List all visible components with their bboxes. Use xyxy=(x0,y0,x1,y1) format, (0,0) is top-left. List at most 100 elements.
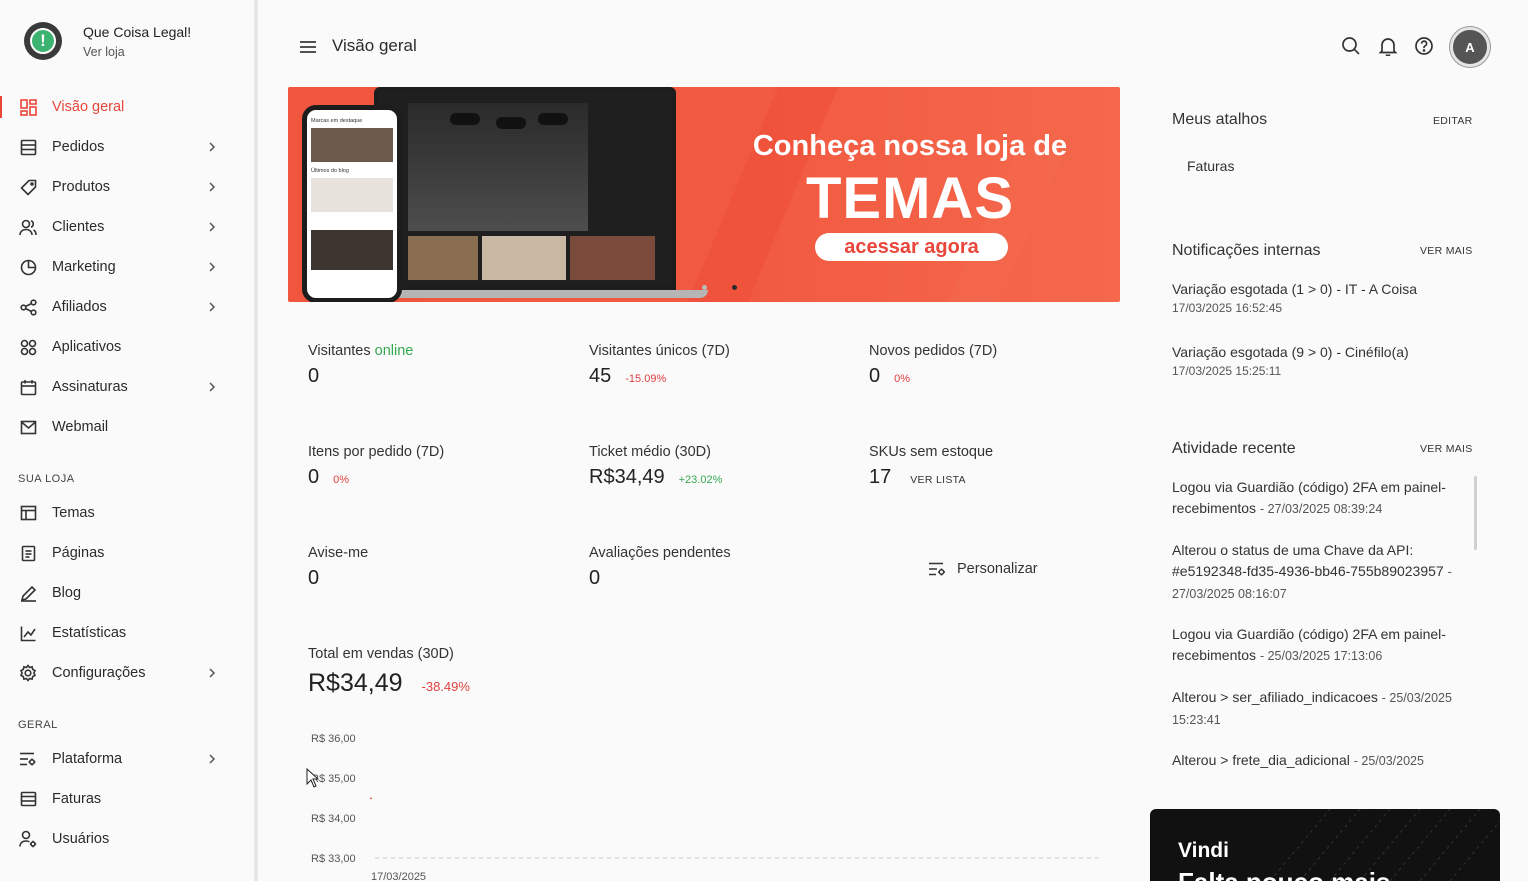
chevron-right-icon xyxy=(209,302,216,312)
pen-icon xyxy=(19,584,37,602)
sidebar-item-clientes[interactable]: Clientes xyxy=(0,207,255,247)
stat-pending-reviews: Avaliações pendentes 0 xyxy=(589,545,731,590)
sidebar-item-label: Faturas xyxy=(52,791,102,807)
sidebar-item-webmail[interactable]: Webmail xyxy=(0,407,255,447)
product-thumb xyxy=(570,236,655,280)
activity-scrollbar[interactable] xyxy=(1474,476,1477,550)
stat-value: 0 xyxy=(308,365,320,387)
sidebar-item-temas[interactable]: Temas xyxy=(0,493,255,533)
laptop-base xyxy=(358,290,708,298)
sidebar-item-usuarios[interactable]: Usuários xyxy=(0,819,255,859)
mouse-cursor-icon xyxy=(306,768,320,788)
orders-icon xyxy=(19,138,37,156)
y-tick-label: R$ 36,00 xyxy=(311,733,356,745)
sidebar-item-faturas[interactable]: Faturas xyxy=(0,779,255,819)
sidebar-item-plataforma[interactable]: Plataforma xyxy=(0,739,255,779)
stat-visitors-online: Visitantes online 0 xyxy=(308,343,413,388)
sidebar-item-paginas[interactable]: Páginas xyxy=(0,533,255,573)
sidebar-item-label: Blog xyxy=(52,585,82,601)
notification-text: Variação esgotada (9 > 0) - Cinéfilo(a) xyxy=(1172,344,1409,360)
notifications-see-more[interactable]: VER MAIS xyxy=(1420,245,1473,257)
vindi-promo-card[interactable]: Vindi Falta pouco mais xyxy=(1150,809,1500,881)
stat-label: Novos pedidos (7D) xyxy=(869,343,998,359)
chevron-right-icon xyxy=(209,754,216,764)
stat-avise-me: Avise-me 0 xyxy=(308,545,368,590)
sidebar-item-label: Assinaturas xyxy=(52,379,128,395)
sidebar-item-visao-geral[interactable]: Visão geral xyxy=(0,87,255,127)
sidebar-item-label: Afiliados xyxy=(52,299,107,315)
sidebar-item-label: Visão geral xyxy=(52,99,125,115)
sliders-icon xyxy=(929,562,945,576)
promo-title: Vindi xyxy=(1178,839,1229,862)
sidebar-item-configuracoes[interactable]: Configurações xyxy=(0,653,255,693)
total-sales-value: R$34,49 xyxy=(308,669,403,697)
carousel-dot[interactable] xyxy=(702,285,707,290)
sidebar-item-afiliados[interactable]: Afiliados xyxy=(0,287,255,327)
sidebar-item-aplicativos[interactable]: Aplicativos xyxy=(0,327,255,367)
carousel-dot-active[interactable] xyxy=(732,285,737,290)
stat-label: SKUs sem estoque xyxy=(869,444,994,460)
sidebar-item-assinaturas[interactable]: Assinaturas xyxy=(0,367,255,407)
shortcut-item[interactable]: Faturas xyxy=(1187,158,1234,174)
store-logo: ! xyxy=(24,22,62,60)
store-name: Que Coisa Legal! xyxy=(83,23,192,40)
stat-value: 0 xyxy=(589,567,601,589)
page-icon xyxy=(19,544,37,562)
stat-delta: +23.02% xyxy=(678,474,723,486)
sidebar-item-pedidos[interactable]: Pedidos xyxy=(0,127,255,167)
stat-new-orders: Novos pedidos (7D) 0 0% xyxy=(869,343,997,388)
activity-item: Alterou o status de uma Chave da API: #e… xyxy=(1172,540,1467,605)
store-header[interactable]: ! Que Coisa Legal! Ver loja xyxy=(24,22,191,60)
sidebar-item-produtos[interactable]: Produtos xyxy=(0,167,255,207)
stat-value: 0 xyxy=(869,365,881,387)
phone-mockup: Marcas em destaque Últimos do blog xyxy=(302,105,402,302)
sidebar-item-marketing[interactable]: Marketing xyxy=(0,247,255,287)
help-icon[interactable] xyxy=(1414,36,1434,56)
stat-label: Ticket médio (30D) xyxy=(589,444,711,460)
sidebar-nav: Visão geral Pedidos Produtos Clientes Ma… xyxy=(0,87,255,859)
chevron-right-icon xyxy=(209,262,216,272)
promo-subtitle: Falta pouco mais xyxy=(1178,867,1390,881)
activity-time: - 25/03/2025 17:13:06 xyxy=(1259,649,1383,663)
phone-image xyxy=(311,178,393,212)
bell-icon[interactable] xyxy=(1378,36,1398,56)
activity-item: Logou via Guardião (código) 2FA em paine… xyxy=(1172,477,1467,520)
user-avatar[interactable]: A xyxy=(1450,27,1490,67)
edit-shortcuts-button[interactable]: EDITAR xyxy=(1433,115,1473,127)
stat-value: R$34,49 xyxy=(589,466,665,488)
sidebar-item-label: Temas xyxy=(52,505,95,521)
sunglasses-image xyxy=(538,113,568,125)
activity-time: - 25/03/2025 xyxy=(1353,754,1424,768)
chevron-right-icon xyxy=(209,382,216,392)
data-point[interactable] xyxy=(370,797,372,800)
notification-time: 17/03/2025 15:25:11 xyxy=(1172,364,1282,378)
calendar-icon xyxy=(19,378,37,396)
laptop-screen xyxy=(378,91,672,286)
total-sales-label: Total em vendas (30D) xyxy=(308,646,454,662)
phone-image xyxy=(311,230,393,270)
section-label-sua-loja: SUA LOJA xyxy=(18,473,75,485)
chevron-right-icon xyxy=(209,142,216,152)
hamburger-menu-icon[interactable] xyxy=(298,37,318,57)
sunglasses-image xyxy=(450,113,480,125)
notification-item[interactable]: Variação esgotada (1 > 0) - IT - A Coisa… xyxy=(1172,279,1472,315)
promo-banner[interactable]: Marcas em destaque Últimos do blog Conhe… xyxy=(288,87,1120,302)
view-store-link[interactable]: Ver loja xyxy=(83,45,191,59)
product-thumb xyxy=(408,236,478,280)
stat-label: Visitantes únicos (7D) xyxy=(589,343,730,359)
activity-see-more[interactable]: VER MAIS xyxy=(1420,443,1473,455)
shortcuts-title: Meus atalhos xyxy=(1172,111,1268,128)
customize-button[interactable]: Personalizar xyxy=(928,561,1038,577)
chevron-right-icon xyxy=(209,182,216,192)
sidebar-item-estatisticas[interactable]: Estatísticas xyxy=(0,613,255,653)
sidebar-item-blog[interactable]: Blog xyxy=(0,573,255,613)
search-icon[interactable] xyxy=(1341,36,1361,56)
sales-chart: R$ 36,00R$ 35,00R$ 34,00R$ 33,0017/03/20… xyxy=(311,733,1100,881)
notification-item[interactable]: Variação esgotada (9 > 0) - Cinéfilo(a) … xyxy=(1172,342,1472,378)
sidebar-item-label: Plataforma xyxy=(52,751,123,767)
view-list-link[interactable]: VER LISTA xyxy=(910,474,966,486)
total-sales-delta: -38.49% xyxy=(421,679,470,694)
apps-icon xyxy=(19,338,37,356)
user-settings-icon xyxy=(19,830,37,848)
banner-cta-button[interactable]: acessar agora xyxy=(815,233,1008,261)
